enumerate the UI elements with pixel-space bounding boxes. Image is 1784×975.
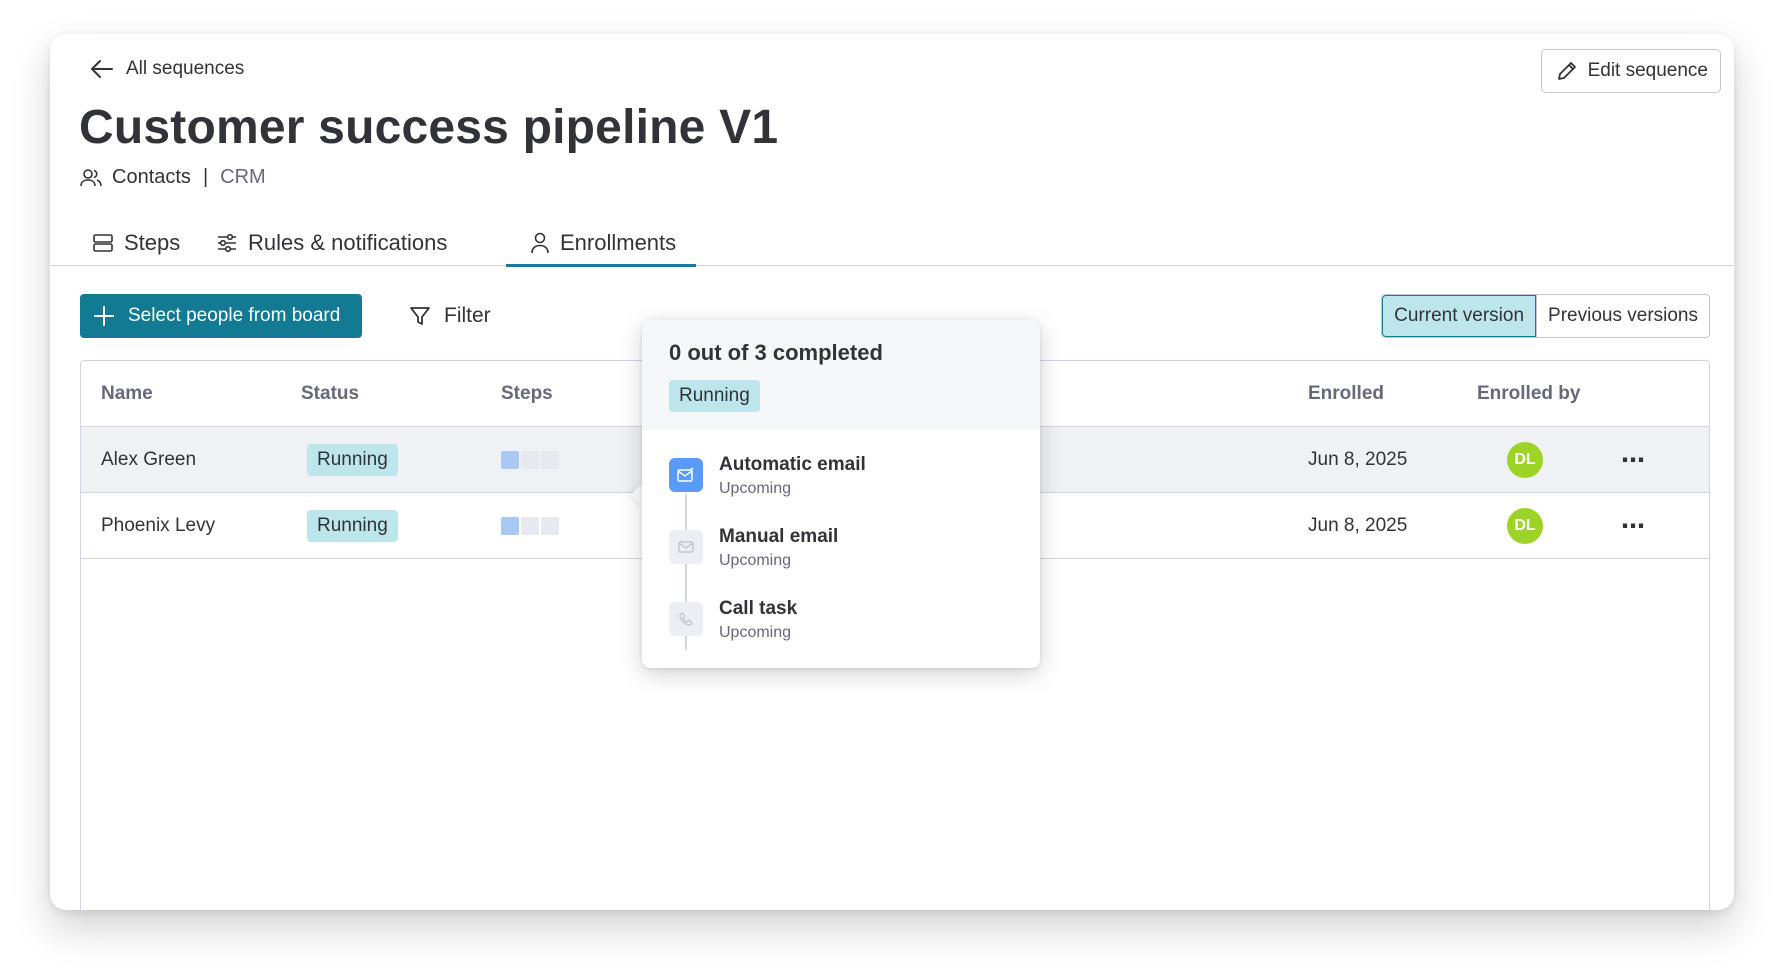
step-item: Automatic email Upcoming [669,454,1013,526]
page-title: Customer success pipeline V1 [79,101,779,154]
step-name: Manual email [719,526,839,547]
row-enrolled-date: Jun 8, 2025 [1308,515,1408,536]
arrow-left-icon [91,60,113,78]
person-icon [531,232,549,254]
contacts-icon [80,168,102,186]
step-status: Upcoming [719,480,792,497]
step-status: Upcoming [719,624,792,641]
phone-icon [669,602,703,636]
step-name: Automatic email [719,454,866,475]
board-info: Contacts | CRM [80,166,266,189]
mail-icon [669,530,703,564]
more-actions-icon[interactable]: ⋯ [1621,446,1646,475]
step-segment [501,451,519,469]
tab-enrollments[interactable]: Enrollments [506,220,697,267]
column-header-name[interactable]: Name [101,361,153,427]
tab-steps[interactable]: Steps [92,220,180,266]
edit-sequence-label: Edit sequence [1587,60,1708,81]
step-item: Call task Upcoming [669,598,1013,668]
row-enrolled-date: Jun 8, 2025 [1308,449,1408,470]
popover-summary: 0 out of 3 completed [669,340,883,365]
current-version-option[interactable]: Current version [1382,295,1537,337]
row-name: Alex Green [101,449,197,470]
popover-header: 0 out of 3 completed Running [642,320,1040,430]
avatar[interactable]: DL [1507,442,1543,478]
popover-status-badge: Running [669,380,760,412]
step-name: Call task [719,598,798,619]
edit-sequence-button[interactable]: Edit sequence [1540,49,1721,93]
step-segment [521,517,539,535]
step-segment [501,517,519,535]
tab-rules-label: Rules & notifications [248,230,448,255]
step-segment [541,451,559,469]
more-actions-icon[interactable]: ⋯ [1621,512,1646,541]
product-label: CRM [220,166,266,188]
column-header-status[interactable]: Status [301,361,359,427]
step-segment [541,517,559,535]
steps-icon [93,234,113,252]
row-name: Phoenix Levy [101,515,216,536]
steps-progress-popover: 0 out of 3 completed Running Automatic e… [642,320,1040,668]
filter-button[interactable]: Filter [408,294,491,338]
tab-steps-label: Steps [124,230,181,255]
popover-step-list: Automatic email Upcoming Manual email Up… [642,430,1040,668]
tab-bar: Steps Rules & notifications Enrollments [50,220,1734,267]
plus-icon [94,306,114,326]
step-item: Manual email Upcoming [669,526,1013,598]
back-to-sequences-link[interactable]: All sequences [90,58,244,80]
version-toggle: Current version Previous versions [1381,294,1710,338]
filter-label: Filter [444,304,491,327]
tab-enrollments-label: Enrollments [560,230,677,255]
status-badge: Running [307,444,398,476]
tab-rules-notifications[interactable]: Rules & notifications [216,220,447,266]
column-header-enrolled-by[interactable]: Enrolled by [1477,361,1580,427]
column-header-enrolled[interactable]: Enrolled [1308,361,1384,427]
auto-email-icon [669,458,703,492]
sliders-icon [218,233,236,253]
step-segment [521,451,539,469]
back-link-label: All sequences [126,58,245,79]
step-status: Upcoming [719,552,792,569]
entity-label: Contacts [112,166,191,188]
separator: | [202,166,209,188]
pencil-icon [1557,62,1576,80]
filter-icon [410,307,430,325]
avatar[interactable]: DL [1507,508,1543,544]
previous-versions-option[interactable]: Previous versions [1536,295,1709,337]
steps-progress[interactable] [501,451,559,469]
steps-progress[interactable] [501,517,559,535]
select-people-label: Select people from board [128,305,341,326]
status-badge: Running [307,510,398,542]
app-window: All sequences Edit sequence Customer suc… [50,34,1734,910]
select-people-button[interactable]: Select people from board [80,294,362,338]
column-header-steps[interactable]: Steps [501,361,553,427]
